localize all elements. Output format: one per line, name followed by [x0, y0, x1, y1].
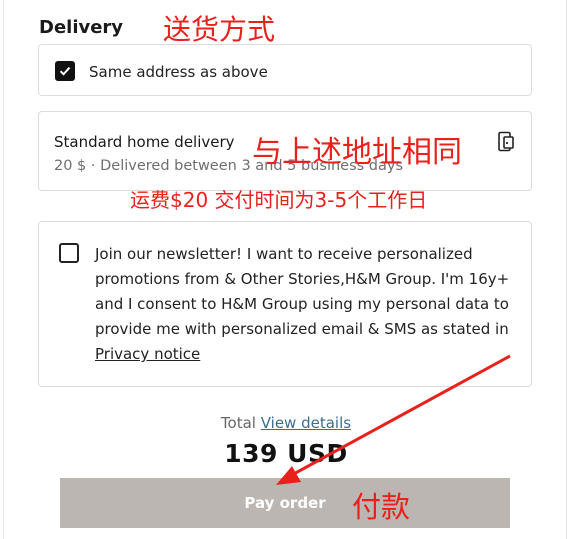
total-label: Total [220, 414, 256, 432]
same-address-checkbox[interactable] [55, 61, 75, 81]
total-amount: 139 USD [224, 439, 348, 468]
annotation-shipping-fee: 运费$20 交付时间为3-5个工作日 [130, 188, 428, 212]
privacy-notice-link[interactable]: Privacy notice [95, 345, 200, 363]
delivery-option-name: Standard home delivery [54, 133, 235, 151]
pay-order-button[interactable]: Pay order [60, 478, 510, 528]
view-details-link[interactable]: View details [261, 414, 351, 432]
same-address-option[interactable]: Same address as above [38, 44, 532, 96]
total-line: Total View details [0, 414, 572, 432]
annotation-same-address: 与上述地址相同 [252, 135, 462, 170]
newsletter-text: Join our newsletter! I want to receive p… [95, 242, 515, 367]
door-icon [498, 131, 514, 152]
newsletter-checkbox[interactable] [59, 243, 79, 263]
annotation-payment: 付款 [352, 490, 411, 524]
checkmark-icon [59, 66, 71, 76]
same-address-label: Same address as above [89, 63, 268, 81]
newsletter-consent-text: Join our newsletter! I want to receive p… [95, 245, 510, 338]
newsletter-consent: Join our newsletter! I want to receive p… [38, 221, 532, 387]
delivery-section-title: Delivery [39, 17, 124, 38]
annotation-delivery-method: 送货方式 [163, 13, 276, 46]
